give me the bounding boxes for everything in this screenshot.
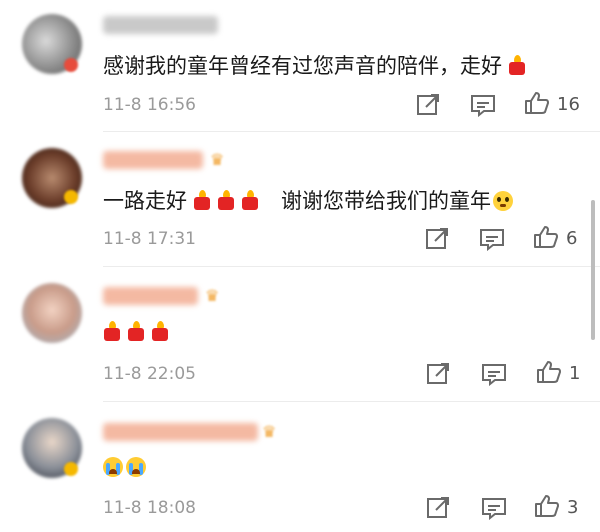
like-count: 3 [567, 497, 579, 518]
repost-icon[interactable] [416, 93, 442, 117]
like-count: 1 [569, 363, 581, 384]
member-crown-icon: ♛ [262, 422, 277, 441]
comment-time: 11-8 18:08 [103, 498, 196, 518]
candle-icon [508, 55, 526, 75]
like-icon[interactable] [536, 360, 562, 384]
comment-text [103, 455, 149, 479]
comment-icon[interactable] [479, 227, 505, 251]
divider [103, 401, 600, 402]
comment-icon[interactable] [481, 362, 507, 386]
crying-face-icon [126, 457, 146, 477]
divider [103, 131, 600, 132]
comment-text [103, 320, 169, 344]
comment-icon[interactable] [481, 496, 507, 520]
verified-badge-icon [64, 190, 78, 204]
candle-icon [241, 190, 259, 210]
comment-time: 11-8 17:31 [103, 229, 196, 249]
pleading-face-icon [493, 191, 513, 211]
repost-icon[interactable] [425, 227, 451, 251]
member-crown-icon: ♛ [210, 150, 225, 169]
verified-badge-icon [64, 58, 78, 72]
candle-icon [151, 321, 169, 341]
candle-icon [103, 321, 121, 341]
like-icon[interactable] [533, 225, 559, 249]
scrollbar[interactable] [591, 200, 595, 340]
divider [103, 266, 600, 267]
candle-icon [127, 321, 145, 341]
member-crown-icon: ♛ [205, 286, 220, 305]
like-count: 6 [566, 228, 578, 249]
username[interactable] [103, 423, 258, 441]
avatar[interactable] [22, 283, 82, 343]
like-icon[interactable] [524, 91, 550, 115]
like-icon[interactable] [534, 494, 560, 518]
comment-text: 一路走好 谢谢您带给我们的童年 [103, 185, 513, 215]
candle-icon [193, 190, 211, 210]
candle-icon [217, 190, 235, 210]
username[interactable] [103, 287, 198, 305]
verified-badge-icon [64, 462, 78, 476]
comment-time: 11-8 22:05 [103, 364, 196, 384]
like-count: 16 [557, 94, 580, 115]
comment-icon[interactable] [470, 93, 496, 117]
comment-time: 11-8 16:56 [103, 95, 196, 115]
username[interactable] [103, 16, 218, 34]
username[interactable] [103, 151, 203, 169]
repost-icon[interactable] [426, 362, 452, 386]
repost-icon[interactable] [426, 496, 452, 520]
comment-text: 感谢我的童年曾经有过您声音的陪伴，走好 [103, 50, 526, 80]
crying-face-icon [103, 457, 123, 477]
